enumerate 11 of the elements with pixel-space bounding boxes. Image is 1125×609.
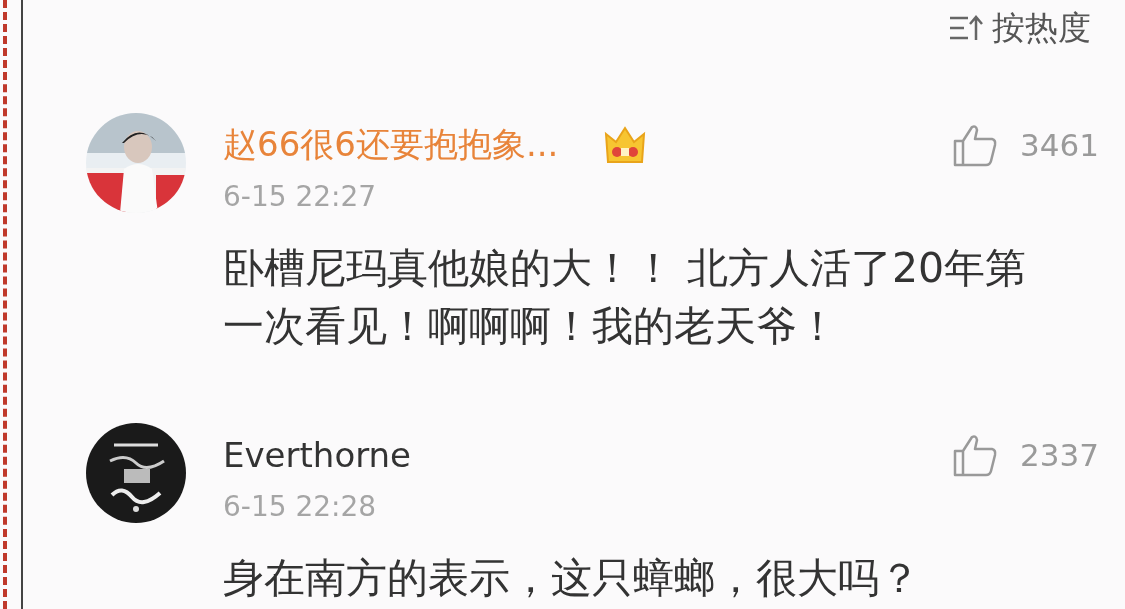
comment-time: 6-15 22:27 [223, 179, 378, 215]
username[interactable]: Everthorne [223, 435, 412, 475]
like-count: 2337 [1020, 437, 1099, 473]
sort-button[interactable]: 按热度 [992, 5, 1091, 51]
comment-text: 身在南方的表示，这只蟑螂，很大吗？ [223, 553, 921, 604]
sort-icon[interactable] [948, 14, 984, 42]
thumbs-up-icon[interactable] [952, 433, 999, 477]
like-count: 3461 [1020, 127, 1099, 163]
comment-time: 6-15 22:28 [223, 489, 378, 525]
comment-text: 卧槽尼玛真他娘的大！！ 北方人活了20年第一次看见！啊啊啊！我的老天爷！ [223, 243, 1028, 352]
thumbs-up-icon[interactable] [952, 123, 999, 167]
